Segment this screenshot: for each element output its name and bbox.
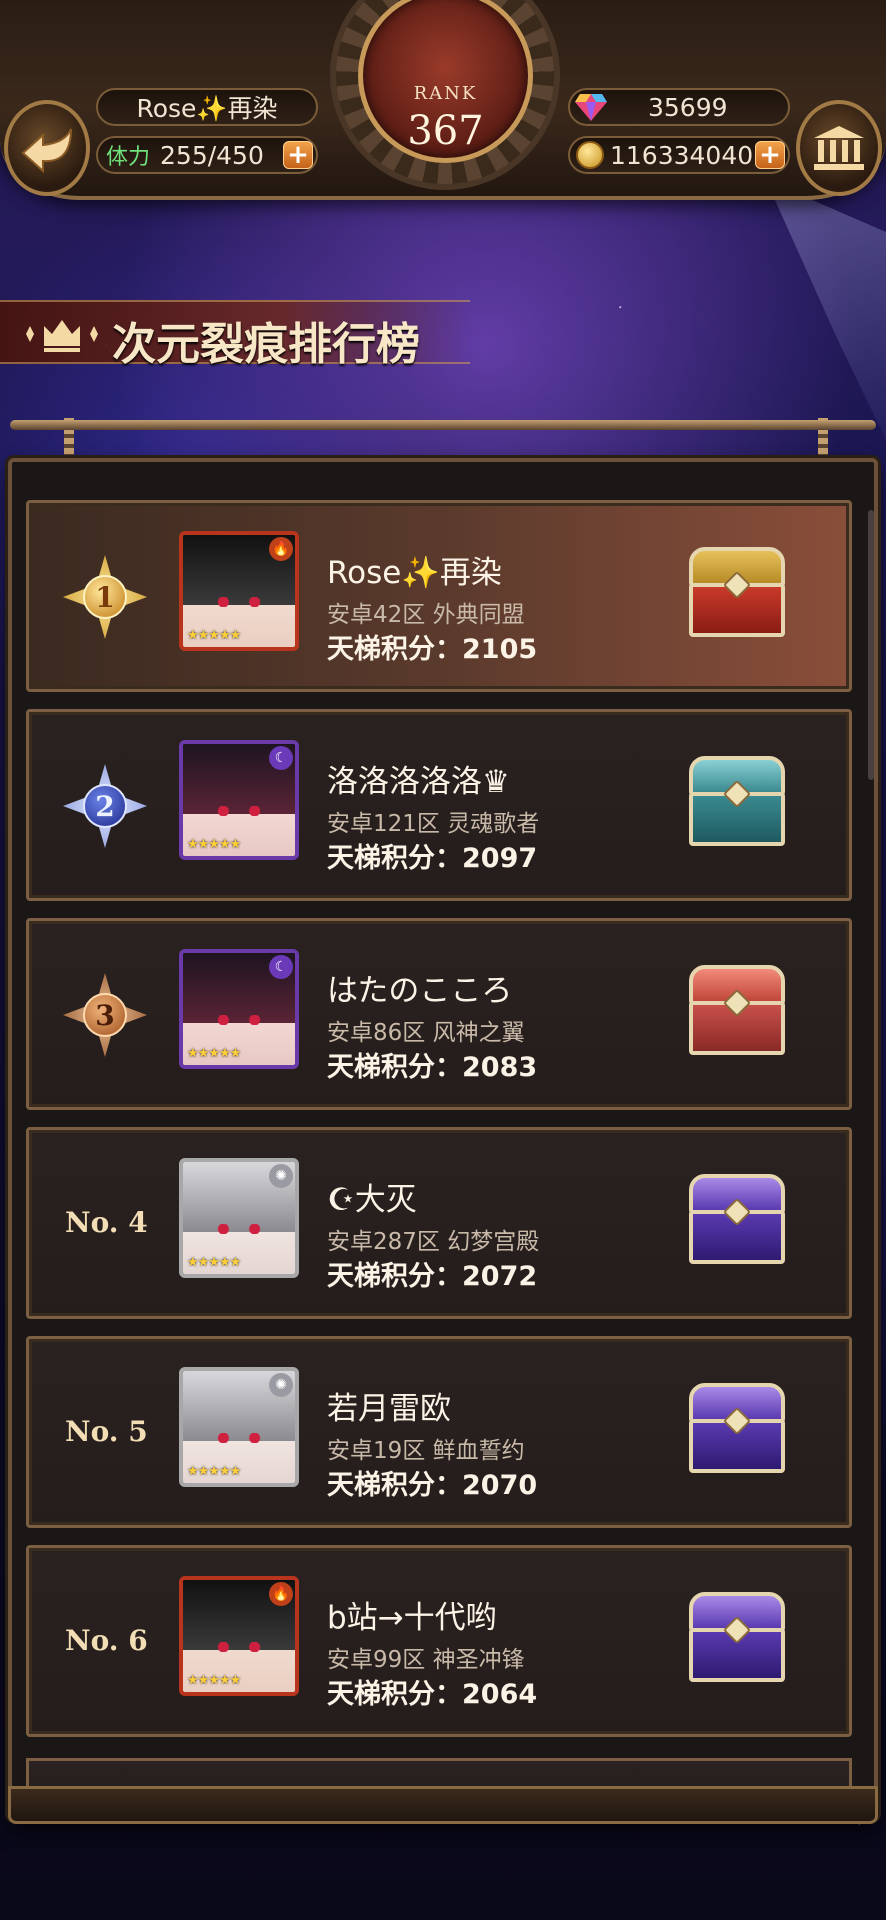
teal-chest-icon[interactable] bbox=[689, 756, 785, 846]
star-rating: ★★★★★ bbox=[187, 1464, 241, 1479]
purple-chest-icon[interactable] bbox=[689, 1592, 785, 1682]
stamina-value: 255/450 bbox=[160, 140, 264, 170]
leaderboard-row[interactable]: 2 ☾ ★★★★★ 洛洛洛洛洛♛ 安卓121区 灵魂歌者 天梯积分：2097 bbox=[26, 709, 852, 901]
scrollbar[interactable] bbox=[868, 510, 874, 780]
rank-emblem: RANK 367 bbox=[358, 0, 533, 163]
gems-pill: 35699 bbox=[568, 88, 790, 126]
stamina-pill: 体力 255/450 + bbox=[96, 136, 318, 174]
avatar: ✺ ★★★★★ bbox=[179, 1367, 299, 1487]
player-name: はたのこころ bbox=[327, 973, 513, 1009]
title-banner: 次元裂痕排行榜 bbox=[0, 300, 470, 370]
player-name: Rose✨再染 bbox=[327, 555, 502, 591]
add-gold-button[interactable]: + bbox=[755, 141, 785, 169]
ladder-score: 天梯积分：2070 bbox=[327, 1470, 538, 1501]
leaderboard-row[interactable]: No. 4 ✺ ★★★★★ ☪大灭 安卓287区 幻梦宫殿 天梯积分：2072 bbox=[26, 1127, 852, 1319]
player-name: b站→十代哟 bbox=[327, 1600, 497, 1636]
avatar: ☾ ★★★★★ bbox=[179, 740, 299, 860]
moon-element-icon: ☾ bbox=[269, 746, 293, 770]
light-element-icon: ✺ bbox=[269, 1373, 293, 1397]
rank-number: 2 bbox=[83, 784, 127, 828]
server-guild: 安卓42区 外典同盟 bbox=[327, 602, 525, 628]
ladder-score: 天梯积分：2064 bbox=[327, 1679, 538, 1710]
ladder-score: 天梯积分：2072 bbox=[327, 1261, 538, 1292]
server-guild: 安卓287区 幻梦宫殿 bbox=[327, 1229, 540, 1255]
leaderboard-row[interactable]: No. 6 🔥 ★★★★★ b站→十代哟 安卓99区 神圣冲锋 天梯积分：206… bbox=[26, 1545, 852, 1737]
rank-2-medal-icon: 2 bbox=[63, 764, 147, 848]
star-rating: ★★★★★ bbox=[187, 837, 241, 852]
moon-element-icon: ☾ bbox=[269, 955, 293, 979]
fire-element-icon: 🔥 bbox=[269, 537, 293, 561]
server-guild: 安卓86区 风神之翼 bbox=[327, 1020, 525, 1046]
purple-chest-icon[interactable] bbox=[689, 1174, 785, 1264]
avatar: ☾ ★★★★★ bbox=[179, 949, 299, 1069]
panel-bottom-frame bbox=[8, 1786, 878, 1824]
rank-number: 1 bbox=[83, 575, 127, 619]
red-chest-icon[interactable] bbox=[689, 965, 785, 1055]
rank-number: No. 6 bbox=[65, 1624, 148, 1657]
avatar: 🔥 ★★★★★ bbox=[179, 531, 299, 651]
ladder-score: 天梯积分：2083 bbox=[327, 1052, 538, 1083]
player-name: Rose✨再染 bbox=[136, 94, 278, 123]
gold-coin-icon bbox=[576, 141, 604, 169]
back-arrow-icon bbox=[21, 128, 72, 173]
crown-icon bbox=[26, 320, 98, 352]
light-element-icon: ✺ bbox=[269, 1164, 293, 1188]
rank-label: RANK bbox=[413, 83, 478, 104]
star-rating: ★★★★★ bbox=[187, 1046, 241, 1061]
leaderboard-row[interactable]: 1 🔥 ★★★★★ Rose✨再染 安卓42区 外典同盟 天梯积分：2105 bbox=[26, 500, 852, 692]
purple-chest-icon[interactable] bbox=[689, 1383, 785, 1473]
player-name-pill: Rose✨再染 bbox=[96, 88, 318, 126]
rank-1-medal-icon: 1 bbox=[63, 555, 147, 639]
star-rating: ★★★★★ bbox=[187, 628, 241, 643]
gold-pill: 116334040 + bbox=[568, 136, 790, 174]
rank-number: No. 4 bbox=[65, 1206, 148, 1239]
diamond-icon bbox=[575, 94, 607, 121]
rank-number: 3 bbox=[83, 993, 127, 1037]
gold-chest-icon[interactable] bbox=[689, 547, 785, 637]
ladder-score: 天梯积分：2105 bbox=[327, 634, 538, 665]
server-guild: 安卓19区 鲜血誓约 bbox=[327, 1438, 525, 1464]
avatar: ✺ ★★★★★ bbox=[179, 1158, 299, 1278]
page-title: 次元裂痕排行榜 bbox=[112, 319, 420, 370]
star-rating: ★★★★★ bbox=[187, 1673, 241, 1688]
hall-icon bbox=[814, 126, 864, 170]
stamina-label: 体力 bbox=[106, 145, 151, 170]
gold-value: 116334040 bbox=[610, 140, 754, 170]
gems-value: 35699 bbox=[648, 92, 728, 122]
player-name: 洛洛洛洛洛♛ bbox=[327, 764, 510, 800]
leaderboard-row[interactable]: 3 ☾ ★★★★★ はたのこころ 安卓86区 风神之翼 天梯积分：2083 bbox=[26, 918, 852, 1110]
player-name: ☪大灭 bbox=[327, 1182, 417, 1218]
rank-3-medal-icon: 3 bbox=[63, 973, 147, 1057]
server-guild: 安卓121区 灵魂歌者 bbox=[327, 811, 540, 837]
server-guild: 安卓99区 神圣冲锋 bbox=[327, 1647, 525, 1673]
hanging-rod bbox=[10, 420, 876, 430]
player-name: 若月雷欧 bbox=[327, 1391, 451, 1427]
ladder-score: 天梯积分：2097 bbox=[327, 843, 538, 874]
back-button[interactable] bbox=[4, 100, 90, 196]
leaderboard-row[interactable]: No. 5 ✺ ★★★★★ 若月雷欧 安卓19区 鲜血誓约 天梯积分：2070 bbox=[26, 1336, 852, 1528]
fire-element-icon: 🔥 bbox=[269, 1582, 293, 1606]
add-stamina-button[interactable]: + bbox=[283, 141, 313, 169]
rank-number: No. 5 bbox=[65, 1415, 148, 1448]
star-rating: ★★★★★ bbox=[187, 1255, 241, 1270]
building-menu-button[interactable] bbox=[796, 100, 882, 196]
avatar: 🔥 ★★★★★ bbox=[179, 1576, 299, 1696]
rank-value: 367 bbox=[407, 108, 484, 154]
